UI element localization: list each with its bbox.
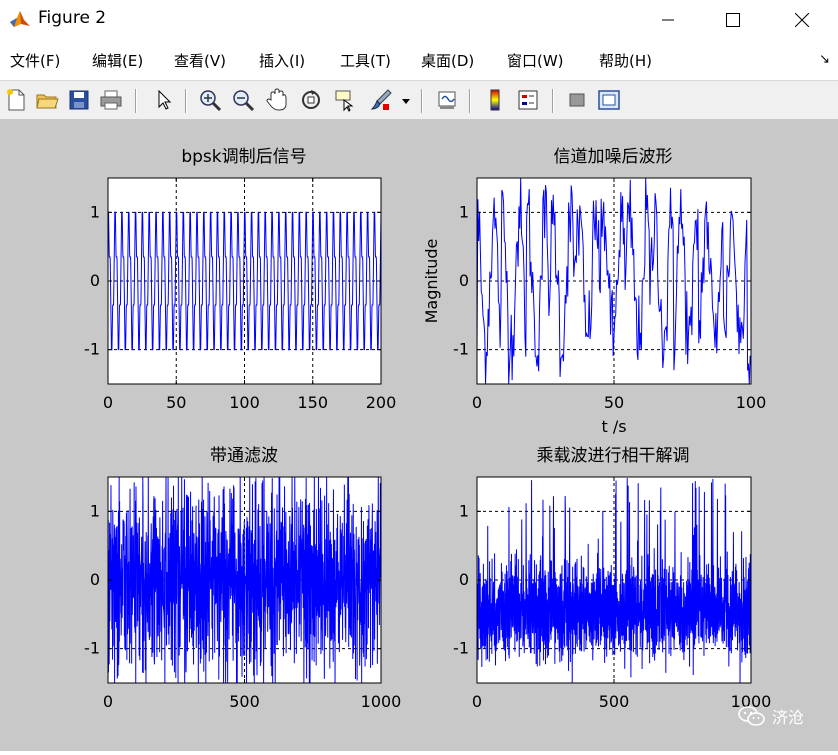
menu-window[interactable]: 窗口(W)	[507, 50, 564, 71]
subplot-2-title: 信道加噪后波形	[554, 147, 673, 167]
y-tick-label: -1	[84, 639, 100, 658]
title-bar: Figure 2	[0, 0, 838, 40]
new-figure-icon[interactable]	[3, 87, 29, 113]
subplot-3-title: 带通滤波	[210, 446, 278, 466]
insert-colorbar-icon[interactable]	[482, 87, 508, 113]
data-cursor-icon[interactable]	[332, 87, 358, 113]
subplot-4-title: 乘载波进行相干解调	[537, 446, 690, 466]
y-tick-label: 0	[90, 570, 100, 589]
insert-legend-icon[interactable]	[515, 87, 541, 113]
menu-help[interactable]: 帮助(H)	[599, 50, 652, 71]
y-tick-label: -1	[453, 340, 469, 359]
toolbar-separator	[552, 89, 554, 113]
brush-dropdown-icon[interactable]	[400, 87, 412, 113]
y-tick-label: -1	[84, 340, 100, 359]
y-tick-label: 1	[459, 202, 469, 221]
y-tick-label: -1	[453, 639, 469, 658]
menu-file[interactable]: 文件(F)	[10, 50, 60, 71]
x-tick-label: 50	[166, 393, 186, 412]
maximize-button[interactable]	[703, 0, 763, 40]
menu-insert[interactable]: 插入(I)	[259, 50, 305, 71]
x-tick-label: 0	[103, 393, 113, 412]
zoom-out-icon[interactable]	[230, 87, 256, 113]
dock-arrow-icon[interactable]: ↘	[819, 52, 830, 67]
figure-canvas: bpsk调制后信号 0 50 100 150 200 -1 0 1 信道加噪后波形 0 50 10…	[0, 120, 838, 751]
x-tick-label: 100	[229, 393, 260, 412]
subplot-4: 乘载波进行相干解调 0 500 1000-101	[453, 446, 771, 711]
y-tick-label: 0	[90, 271, 100, 290]
toolbar-separator	[469, 89, 471, 113]
watermark-text: 济沧	[772, 708, 805, 727]
x-tick-label: 150	[297, 393, 328, 412]
subplot-1: bpsk调制后信号 0 50 100 150 200 -1 0 1	[84, 147, 396, 412]
x-tick-label: 0	[103, 692, 113, 711]
x-tick-label: 1000	[361, 692, 402, 711]
rotate-3d-icon[interactable]	[298, 87, 324, 113]
open-file-icon[interactable]	[34, 87, 60, 113]
link-plot-icon[interactable]	[434, 87, 460, 113]
x-tick-label: 0	[472, 692, 482, 711]
menu-bar: 文件(F) 编辑(E) 查看(V) 插入(I) 工具(T) 桌面(D) 窗口(W…	[0, 40, 838, 80]
subplot-grid: bpsk调制后信号 0 50 100 150 200-101 信道加噪后波形 0 50 10…	[84, 147, 771, 711]
print-icon[interactable]	[98, 87, 124, 113]
toolbar-separator	[135, 89, 137, 113]
close-icon	[795, 13, 809, 27]
y-tick-label: 1	[90, 202, 100, 221]
x-tick-label: 50	[604, 393, 624, 412]
subplot-3: 带通滤波 0 500 1000 -1 0 1	[84, 446, 401, 711]
subplot-2: 信道加噪后波形 0 50 100 -1 0 1 t /s Magnitude	[422, 147, 766, 436]
minimize-icon	[662, 19, 674, 21]
x-tick-label: 0	[472, 393, 482, 412]
subplot-2-xlabel: t /s	[601, 417, 626, 436]
maximize-icon	[726, 13, 740, 27]
brush-icon[interactable]	[368, 87, 394, 113]
y-tick-label: 0	[459, 570, 469, 589]
hide-plot-tools-icon[interactable]	[564, 87, 590, 113]
x-tick-label: 500	[599, 692, 630, 711]
x-tick-label: 500	[229, 692, 260, 711]
wechat-logo-icon	[738, 706, 765, 726]
menu-desktop[interactable]: 桌面(D)	[421, 50, 474, 71]
matlab-logo-icon	[10, 11, 30, 27]
pan-hand-icon[interactable]	[264, 87, 290, 113]
x-tick-label: 200	[366, 393, 397, 412]
figure-toolbar	[0, 80, 838, 120]
menu-view[interactable]: 查看(V)	[174, 50, 226, 71]
show-plot-tools-icon[interactable]	[596, 87, 622, 113]
toolbar-separator	[421, 89, 423, 113]
y-tick-label: 0	[459, 271, 469, 290]
edit-plot-arrow-icon[interactable]	[150, 87, 176, 113]
menu-edit[interactable]: 编辑(E)	[92, 50, 143, 71]
toolbar-separator	[185, 89, 187, 113]
subplot-1-title: bpsk调制后信号	[181, 147, 306, 167]
y-tick-label: 1	[459, 501, 469, 520]
y-tick-label: 1	[90, 501, 100, 520]
watermark: 济沧	[738, 704, 804, 728]
close-button[interactable]	[772, 0, 832, 40]
zoom-in-icon[interactable]	[197, 87, 223, 113]
x-tick-label: 100	[736, 393, 767, 412]
subplot-2-ylabel: Magnitude	[422, 239, 441, 324]
minimize-button[interactable]	[638, 0, 698, 40]
save-icon[interactable]	[66, 87, 92, 113]
window-title: Figure 2	[38, 8, 107, 28]
menu-tools[interactable]: 工具(T)	[340, 50, 391, 71]
